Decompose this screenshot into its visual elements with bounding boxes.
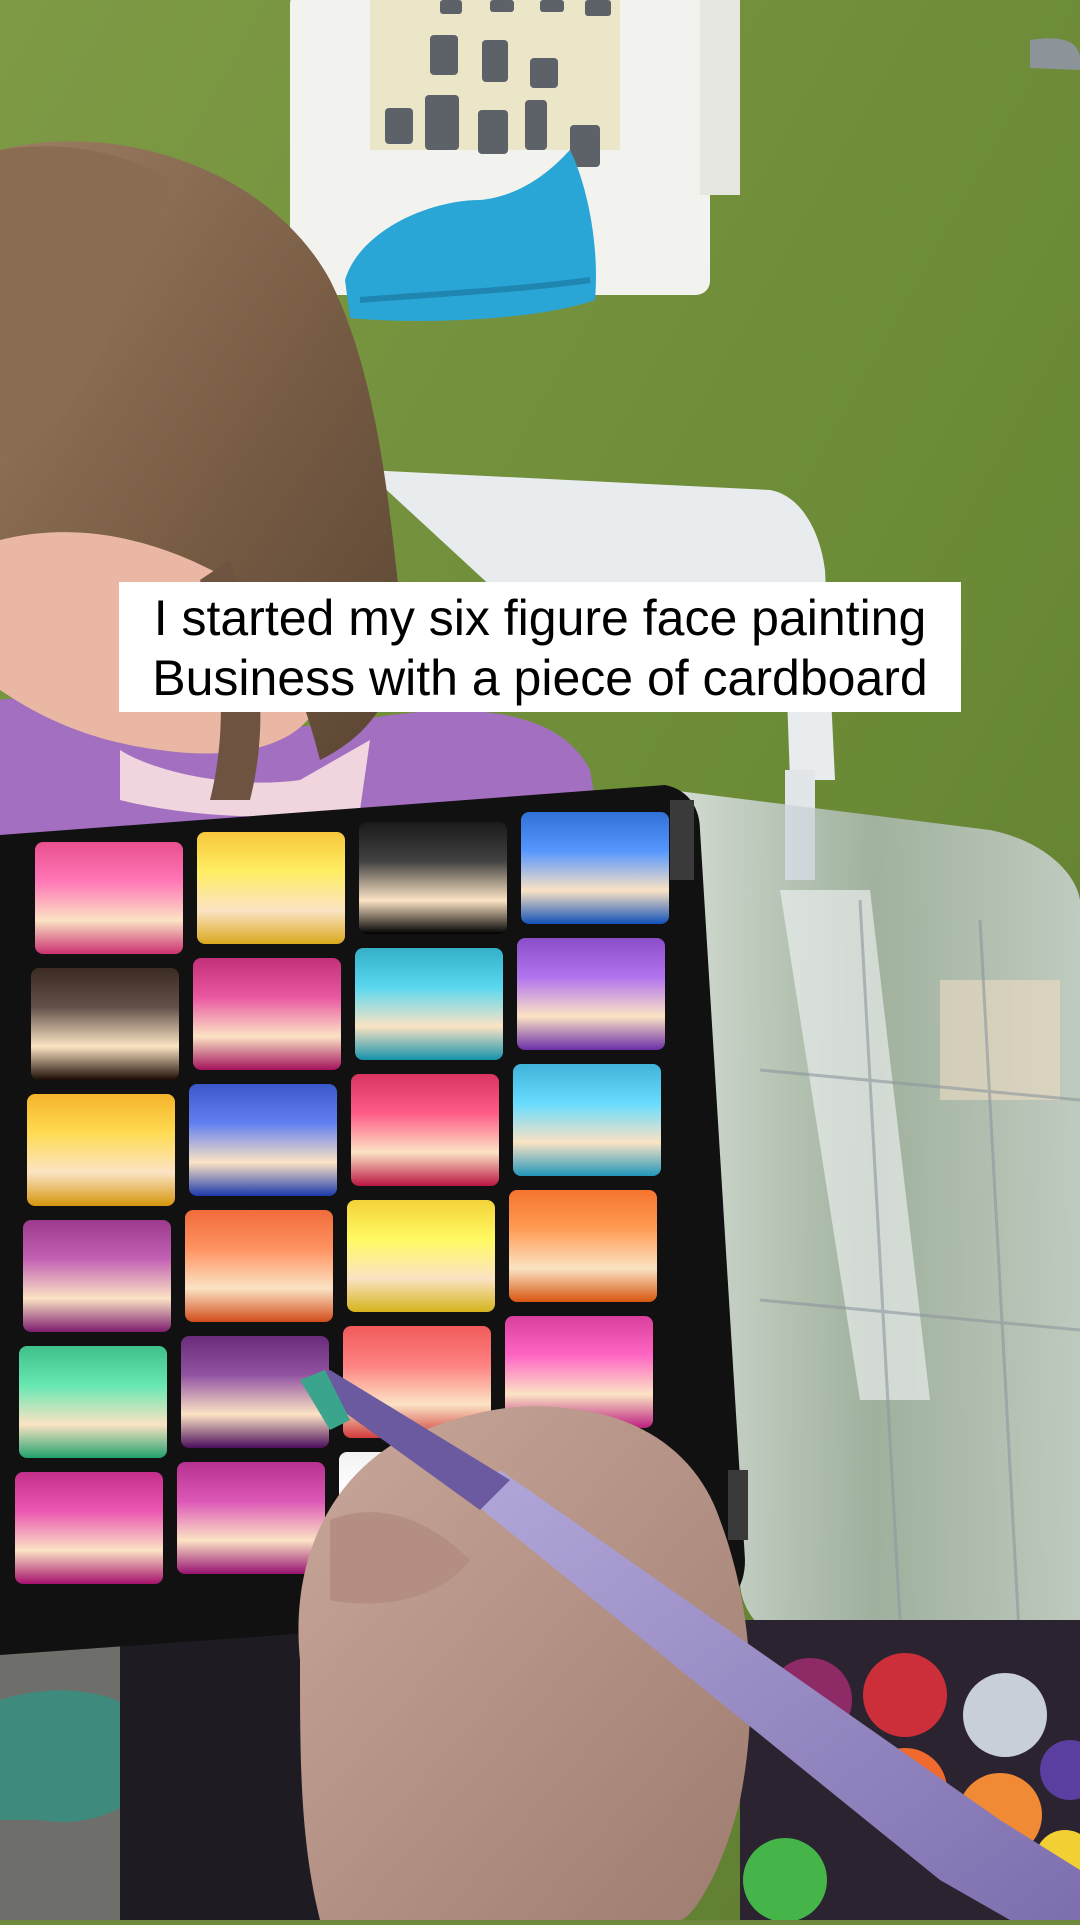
paint-cake	[181, 1336, 329, 1448]
paint-cake	[517, 938, 665, 1050]
background-photo	[0, 0, 1080, 1922]
video-caption: I started my six figure face painting Bu…	[119, 582, 961, 712]
paint-cake	[15, 1472, 163, 1584]
paint-cake	[31, 968, 179, 1080]
paint-cake	[185, 1210, 333, 1322]
paint-cake	[513, 1064, 661, 1176]
paint-cake	[189, 1084, 337, 1196]
paint-cake	[351, 1074, 499, 1186]
paint-cake	[23, 1220, 171, 1332]
paint-cake	[355, 948, 503, 1060]
paint-cake	[35, 842, 183, 954]
paint-cake	[19, 1346, 167, 1458]
paint-cake	[27, 1094, 175, 1206]
caption-line-2: Business with a piece of cardboard	[152, 650, 928, 706]
paint-cake	[193, 958, 341, 1070]
paint-cake	[197, 832, 345, 944]
paint-cake	[177, 1462, 325, 1574]
paint-cake	[509, 1190, 657, 1302]
photo-scene: I started my six figure face painting Bu…	[0, 0, 1080, 1922]
paint-cake	[347, 1200, 495, 1312]
paint-cake	[359, 822, 507, 934]
paint-cake	[521, 812, 669, 924]
caption-line-1: I started my six figure face painting	[153, 590, 927, 646]
